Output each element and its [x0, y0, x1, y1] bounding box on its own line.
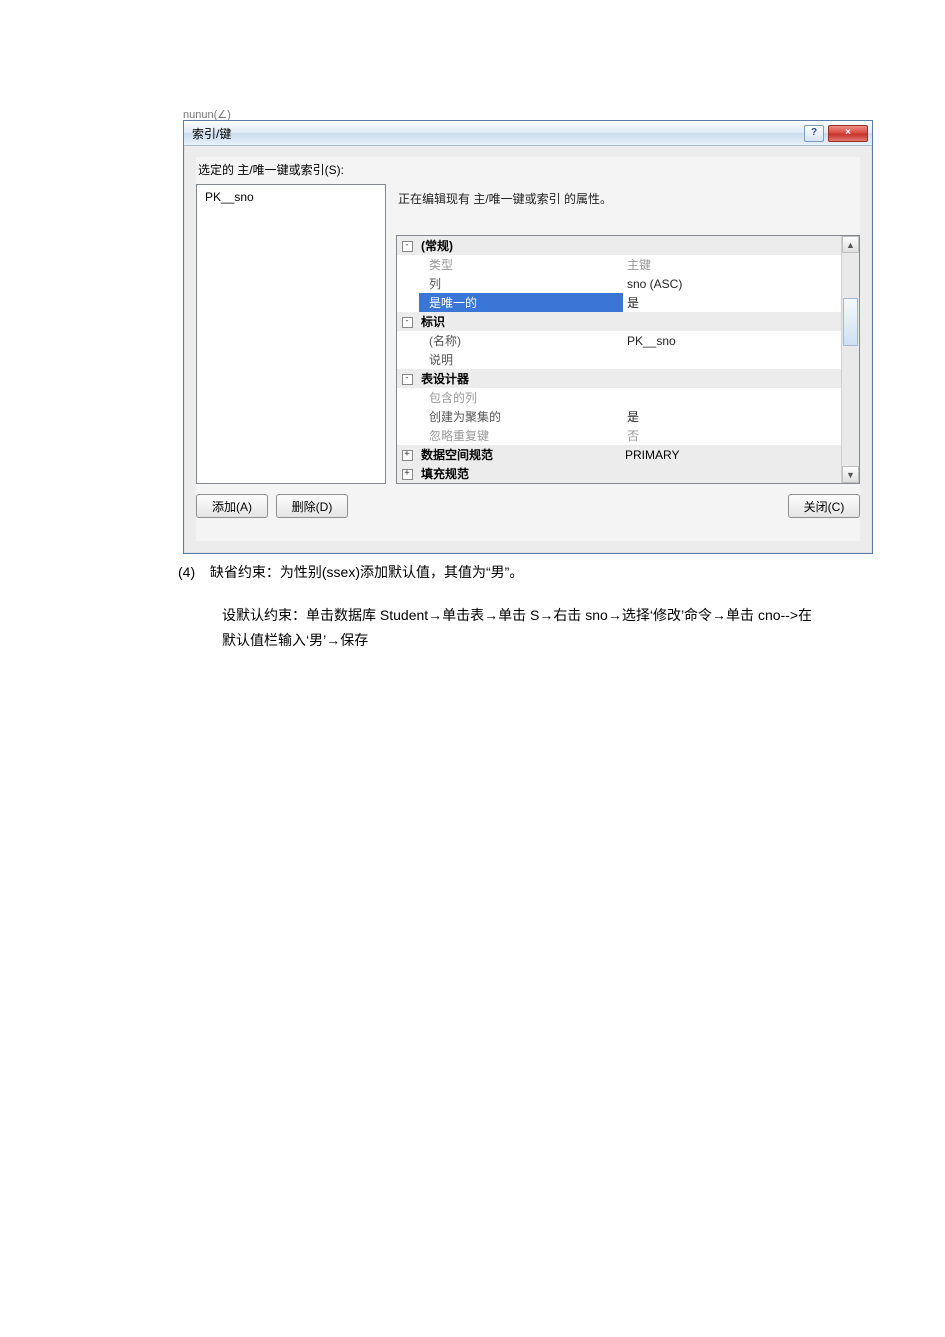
collapse-icon[interactable]: -	[402, 241, 413, 252]
document-text: (4) 缺省约束：为性别(ssex)添加默认值，其值为“男”。 设默认约束：单击…	[178, 560, 818, 654]
category-designer[interactable]: - 表设计器	[397, 369, 841, 388]
expand-icon[interactable]: +	[402, 469, 413, 480]
item-4: (4) 缺省约束：为性别(ssex)添加默认值，其值为“男”。	[178, 560, 818, 585]
prop-label: 包含的列	[419, 388, 623, 407]
prop-value: sno (ASC)	[623, 274, 841, 293]
prop-value[interactable]: 是	[623, 407, 841, 426]
prop-clustered[interactable]: 创建为聚集的 是	[397, 407, 841, 426]
category-label: 填充规范	[419, 464, 841, 483]
prop-value: PRIMARY	[623, 445, 841, 464]
scroll-up-icon[interactable]: ▲	[842, 236, 859, 253]
property-grid[interactable]: - (常规) 类型 主键 列	[396, 235, 860, 484]
list-item[interactable]: PK__sno	[203, 189, 379, 205]
category-identity[interactable]: - 标识	[397, 312, 841, 331]
category-fill[interactable]: + 填充规范	[397, 464, 841, 483]
description-text: 正在编辑现有 主/唯一键或索引 的属性。	[396, 184, 860, 235]
dialog-title: 索引/键	[192, 125, 804, 142]
indexes-listbox[interactable]: PK__sno	[196, 184, 386, 484]
prop-value: 否	[623, 426, 841, 445]
prop-value	[623, 388, 841, 407]
item-text: 缺省约束：为性别(ssex)添加默认值，其值为“男”。	[210, 564, 523, 580]
prop-ignore-dup[interactable]: 忽略重复键 否	[397, 426, 841, 445]
category-label: (常规)	[419, 236, 841, 255]
prop-label: 列	[419, 274, 623, 293]
prop-name[interactable]: (名称) PK__sno	[397, 331, 841, 350]
prop-value: 主键	[623, 255, 841, 274]
prop-label: (名称)	[419, 331, 623, 350]
prop-is-unique[interactable]: 是唯一的 是	[397, 293, 841, 312]
dialog-body: 选定的 主/唯一键或索引(S): PK__sno 正在编辑现有 主/唯一键或索引…	[196, 157, 860, 541]
scrollbar-thumb[interactable]	[843, 298, 858, 346]
prop-value[interactable]	[623, 350, 841, 369]
list-label: 选定的 主/唯一键或索引(S):	[198, 161, 860, 178]
collapse-icon[interactable]: -	[402, 317, 413, 328]
prop-included-columns[interactable]: 包含的列	[397, 388, 841, 407]
category-label: 表设计器	[419, 369, 841, 388]
window-buttons: ? ×	[804, 125, 868, 142]
help-icon[interactable]: ?	[804, 125, 824, 142]
scroll-down-icon[interactable]: ▼	[842, 466, 859, 483]
category-label: 数据空间规范	[419, 445, 623, 464]
prop-value[interactable]: 是	[623, 293, 841, 312]
prop-value[interactable]: PK__sno	[623, 331, 841, 350]
prop-label: 创建为聚集的	[419, 407, 623, 426]
prop-label: 说明	[419, 350, 623, 369]
collapse-icon[interactable]: -	[402, 374, 413, 385]
add-button[interactable]: 添加(A)	[196, 494, 268, 518]
category-dataspace[interactable]: + 数据空间规范 PRIMARY	[397, 445, 841, 464]
prop-columns[interactable]: 列 sno (ASC)	[397, 274, 841, 293]
indexes-keys-dialog: 索引/键 ? × 选定的 主/唯一键或索引(S): PK__sno 正在编辑现有…	[183, 120, 873, 554]
prop-label: 是唯一的	[419, 293, 623, 312]
dialog-titlebar[interactable]: 索引/键 ? ×	[184, 121, 872, 146]
prop-label: 类型	[419, 255, 623, 274]
item-number: (4)	[178, 560, 206, 585]
expand-icon[interactable]: +	[402, 450, 413, 461]
category-general[interactable]: - (常规)	[397, 236, 841, 255]
close-button[interactable]: 关闭(C)	[788, 494, 860, 518]
prop-description[interactable]: 说明	[397, 350, 841, 369]
prop-type[interactable]: 类型 主键	[397, 255, 841, 274]
procedure-text: 设默认约束：单击数据库 Student→单击表→单击 S→右击 sno→选择‘修…	[222, 603, 818, 653]
delete-button[interactable]: 删除(D)	[276, 494, 348, 518]
dialog-button-row: 添加(A) 删除(D) 关闭(C)	[196, 494, 860, 518]
category-label: 标识	[419, 312, 841, 331]
vertical-scrollbar[interactable]: ▲ ▼	[841, 236, 859, 483]
close-icon[interactable]: ×	[828, 125, 868, 142]
prop-label: 忽略重复键	[419, 426, 623, 445]
